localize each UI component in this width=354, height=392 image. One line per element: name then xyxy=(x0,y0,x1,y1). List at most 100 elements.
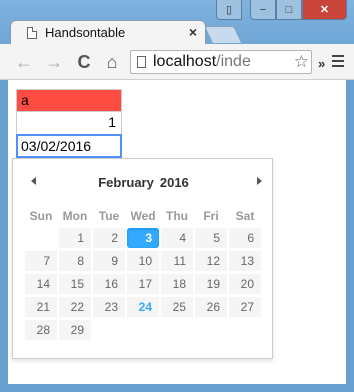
home-icon[interactable]: ⌂ xyxy=(102,52,122,72)
calendar-day-label: 11 xyxy=(161,250,193,271)
calendar-day-label: 22 xyxy=(59,296,91,317)
calendar-day[interactable]: 1 xyxy=(58,226,92,249)
calendar-empty-slot xyxy=(195,320,227,340)
weekday-label: Sun xyxy=(29,209,53,223)
bookmark-star-icon[interactable]: ☆ xyxy=(291,52,309,72)
calendar-day[interactable]: 22 xyxy=(58,295,92,318)
maximize-button[interactable]: □ xyxy=(276,0,302,20)
grid-cell[interactable]: 1 xyxy=(16,112,122,135)
user-profile-button[interactable]: ▯ xyxy=(216,0,242,20)
month-year-title: February 2016 xyxy=(13,175,274,190)
calendar-day[interactable]: 3 xyxy=(126,226,160,249)
calendar-empty-cell xyxy=(92,318,126,341)
calendar-day-label: 8 xyxy=(59,250,91,271)
calendar-day-label: 5 xyxy=(195,227,227,248)
calendar-day[interactable]: 28 xyxy=(24,318,58,341)
calendar-day[interactable]: 18 xyxy=(160,272,194,295)
calendar-empty-cell xyxy=(228,318,262,341)
calendar-week-row: 7 8 9 10 11 12 13 xyxy=(24,249,262,272)
browser-toolbar: ← → C ⌂ localhost/inde ☆ » xyxy=(0,44,354,80)
calendar-week-row: 123456 xyxy=(24,226,262,249)
back-arrow-icon[interactable]: ← xyxy=(14,52,34,72)
calendar-day[interactable]: 5 xyxy=(194,226,228,249)
calendar-day[interactable]: 13 xyxy=(228,249,262,272)
calendar-day[interactable]: 25 xyxy=(160,295,194,318)
menu-icon[interactable] xyxy=(332,55,344,69)
calendar-day[interactable]: 12 xyxy=(194,249,228,272)
calendar-day-label: 18 xyxy=(161,273,193,294)
weekday-label: Wed xyxy=(130,209,156,223)
weekday-label: Tue xyxy=(98,209,120,223)
calendar-day-label: 19 xyxy=(195,273,227,294)
calendar-day[interactable]: 11 xyxy=(160,249,194,272)
calendar-day-label: 20 xyxy=(229,273,261,294)
calendar-day-label: 27 xyxy=(229,296,261,317)
calendar-day[interactable]: 14 xyxy=(24,272,58,295)
weekday-label: Mon xyxy=(62,209,88,223)
calendar-day[interactable]: 2 xyxy=(92,226,126,249)
forward-arrow-icon[interactable]: → xyxy=(44,52,64,72)
calendar-empty-cell xyxy=(126,318,160,341)
calendar-day[interactable]: 9 xyxy=(92,249,126,272)
calendar-day-label: 29 xyxy=(59,319,91,340)
calendar-day-label: 7 xyxy=(25,250,57,271)
calendar-day[interactable]: 17 xyxy=(126,272,160,295)
calendar-day[interactable]: 26 xyxy=(194,295,228,318)
reload-icon[interactable]: C xyxy=(74,52,94,72)
calendar-empty-cell xyxy=(160,318,194,341)
calendar-week-row: 28 29 xyxy=(24,318,262,341)
calendar-day[interactable]: 8 xyxy=(58,249,92,272)
calendar-day[interactable]: 20 xyxy=(228,272,262,295)
address-bar[interactable]: localhost/inde ☆ xyxy=(130,50,312,74)
url-path: /inde xyxy=(216,53,251,70)
calendar-day-label: 12 xyxy=(195,250,227,271)
page-content: a 1 03/02/2016 February 2016 Sun Mon Tue … xyxy=(8,80,346,384)
minimize-button[interactable]: − xyxy=(250,0,276,20)
calendar-day[interactable]: 29 xyxy=(58,318,92,341)
calendar-days: 1 2 3 4 5 6 7 8 9 10 11 12 13 14 15 16 17 18 19 20 21 22 23 24 2… xyxy=(24,226,262,341)
calendar-day[interactable]: 4 xyxy=(160,226,194,249)
calendar-grid: Sun Mon Tue Wed Thu Fri Sat 1 2 3 4 5 6 7 8 9 10 1… xyxy=(24,206,262,341)
calendar-empty-slot xyxy=(161,320,193,340)
calendar-day-label: 21 xyxy=(25,296,57,317)
calendar-week-row: 21 22 23 24 25 26 27 xyxy=(24,295,262,318)
next-month-icon[interactable] xyxy=(253,175,265,187)
year-label: 2016 xyxy=(159,175,189,190)
grid-cell[interactable]: a xyxy=(16,89,122,112)
calendar-empty-slot xyxy=(93,320,125,340)
calendar-day[interactable]: 23 xyxy=(92,295,126,318)
calendar-day-label: 15 xyxy=(59,273,91,294)
calendar-day[interactable]: 27 xyxy=(228,295,262,318)
calendar-day-label: 9 xyxy=(93,250,125,271)
calendar-day[interactable]: 24 xyxy=(126,295,160,318)
calendar-day[interactable]: 21 xyxy=(24,295,58,318)
extensions-overflow-icon[interactable]: » xyxy=(318,56,325,71)
close-window-button[interactable]: ✕ xyxy=(302,0,347,20)
page-icon xyxy=(137,56,146,68)
calendar-day-label: 10 xyxy=(127,250,159,271)
calendar-day[interactable]: 7 xyxy=(24,249,58,272)
date-cell-editor[interactable]: 03/02/2016 xyxy=(16,134,122,158)
calendar-day-label: 13 xyxy=(229,250,261,271)
calendar-day-label: 16 xyxy=(93,273,125,294)
browser-tab[interactable]: Handsontable × xyxy=(10,20,206,44)
calendar-day[interactable]: 10 xyxy=(126,249,160,272)
browser-window: Handsontable × ▯ − □ ✕ ← → C ⌂ localhost… xyxy=(0,0,354,392)
calendar-empty-slot xyxy=(229,320,261,340)
url-text: localhost/inde xyxy=(153,53,251,71)
calendar-day-label: 17 xyxy=(127,273,159,294)
calendar-empty-cell xyxy=(24,226,58,249)
calendar-day[interactable]: 16 xyxy=(92,272,126,295)
calendar-day-label: 1 xyxy=(59,227,91,248)
calendar-day[interactable]: 15 xyxy=(58,272,92,295)
new-tab-button[interactable] xyxy=(204,26,242,43)
weekday-label: Fri xyxy=(203,209,219,223)
tab-title: Handsontable xyxy=(45,25,126,40)
calendar-empty-cell xyxy=(194,318,228,341)
title-bar: Handsontable × ▯ − □ ✕ xyxy=(0,0,354,44)
tab-close-icon[interactable]: × xyxy=(189,24,197,40)
url-host: localhost xyxy=(153,53,217,70)
calendar-day[interactable]: 19 xyxy=(194,272,228,295)
weekday-header-row: Sun Mon Tue Wed Thu Fri Sat xyxy=(24,206,262,226)
calendar-day[interactable]: 6 xyxy=(228,226,262,249)
